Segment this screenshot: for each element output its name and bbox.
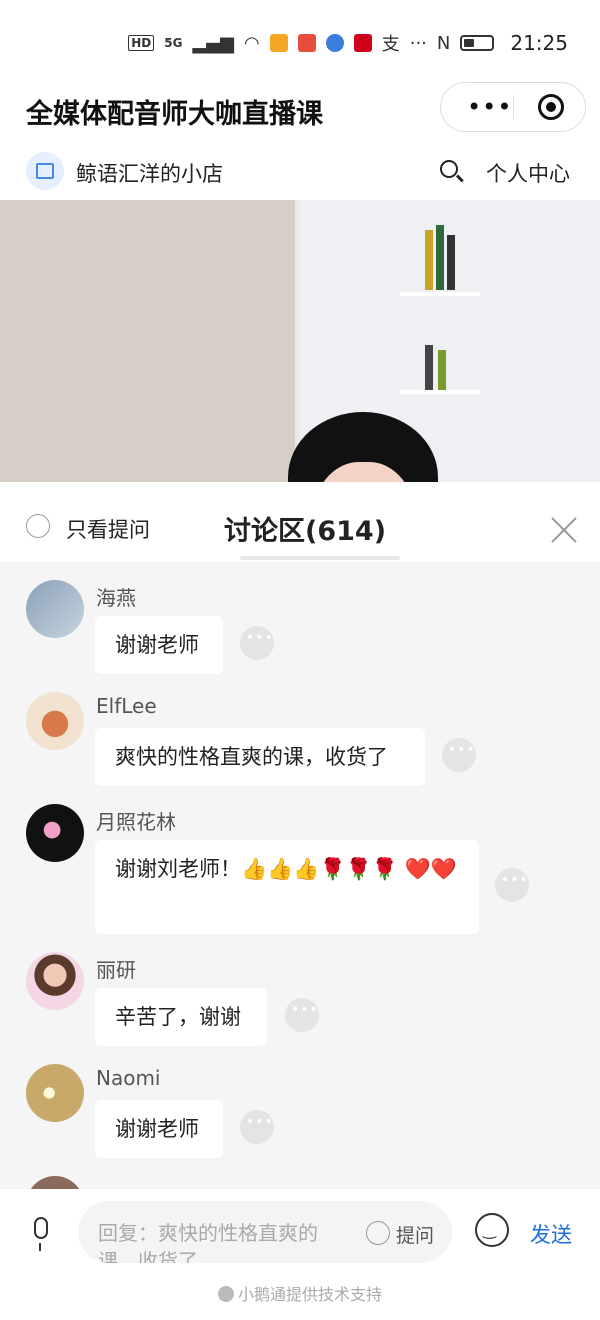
miniprogram-capsule: ••• <box>440 82 586 132</box>
live-video[interactable] <box>0 200 600 482</box>
avatar[interactable] <box>26 580 84 638</box>
avatar[interactable] <box>26 804 84 862</box>
page-title: 全媒体配音师大咖直播课 <box>26 99 323 130</box>
message-item: 丽研 辛苦了，谢谢 <box>0 952 600 1052</box>
message-item: ElfLee 爽快的性格直爽的课，收货了 <box>0 692 600 792</box>
message-bubble[interactable]: 谢谢老师 <box>95 1100 223 1158</box>
message-item: Naomi 谢谢老师 <box>0 1064 600 1164</box>
more-icon[interactable] <box>285 998 319 1032</box>
only-questions-label[interactable]: 只看提问 <box>66 514 150 544</box>
message-bubble[interactable]: 谢谢刘老师！👍👍👍🌹🌹🌹 ❤️❤️ <box>95 840 479 934</box>
message-item: 海燕 谢谢老师 <box>0 580 600 680</box>
reply-placeholder: 回复：爽快的性格直爽的课，收货了 <box>98 1221 318 1263</box>
close-icon[interactable] <box>550 516 578 544</box>
alipay-icon: 支 <box>381 34 400 55</box>
avatar[interactable] <box>26 1064 84 1122</box>
nfc-icon: N <box>436 32 451 54</box>
avatar[interactable] <box>26 952 84 1010</box>
clock: 21:25 <box>510 31 568 55</box>
discussion-header: 只看提问 讨论区(614) <box>0 482 600 562</box>
title-bar: 全媒体配音师大咖直播课 ••• <box>0 82 600 140</box>
avatar[interactable] <box>26 692 84 750</box>
personal-center-link[interactable]: 个人中心 <box>486 158 570 188</box>
more-icon[interactable] <box>495 868 529 902</box>
more-icon[interactable] <box>240 1110 274 1144</box>
message-username: 海燕 <box>96 586 136 610</box>
emoji-icon[interactable] <box>475 1213 509 1247</box>
more-icon[interactable] <box>442 738 476 772</box>
message-username: ElfLee <box>96 694 157 718</box>
message-username: 月照花林 <box>96 810 176 834</box>
xiaoe-logo-icon <box>217 1286 234 1302</box>
message-item: 月照花林 谢谢刘老师！👍👍👍🌹🌹🌹 ❤️❤️ <box>0 804 600 944</box>
ask-question-radio[interactable] <box>366 1221 390 1245</box>
book <box>436 225 444 290</box>
message-bubble[interactable]: 辛苦了，谢谢 <box>95 988 267 1046</box>
mail-icon <box>353 34 372 52</box>
microphone-icon[interactable] <box>34 1217 48 1251</box>
search-icon[interactable] <box>440 160 458 178</box>
app-notification-icon <box>297 34 316 52</box>
book <box>425 345 433 390</box>
more-notifications-icon: ··· <box>409 32 427 54</box>
reply-input[interactable]: 回复：爽快的性格直爽的课，收货了 提问 <box>78 1201 452 1263</box>
capsule-divider <box>513 95 514 119</box>
message-bubble[interactable]: 谢谢老师 <box>95 616 223 674</box>
shop-bar: 鲸语汇洋的小店 个人中心 <box>0 140 600 200</box>
discussion-panel: 只看提问 讨论区(614) 海燕 谢谢老师 ElfLee 爽快的性格直爽的课，收… <box>0 482 600 1189</box>
status-bar: HD 5G ▂▄▆ ◠ 支 ··· N 21:25 <box>0 0 600 88</box>
shop-icon[interactable] <box>26 152 64 190</box>
shelf-board <box>400 292 480 296</box>
signal-bars-icon: ▂▄▆ <box>192 32 234 54</box>
message-username: Naomi <box>96 1066 161 1090</box>
tab-underline <box>240 556 400 560</box>
ask-question-label[interactable]: 提问 <box>396 1221 434 1248</box>
message-username: 丽研 <box>96 958 136 982</box>
status-icons: HD 5G ▂▄▆ ◠ 支 ··· N 21:25 <box>128 30 568 56</box>
shop-name[interactable]: 鲸语汇洋的小店 <box>76 158 223 188</box>
send-button[interactable]: 发送 <box>530 1219 572 1249</box>
app-notification-icon <box>269 34 288 52</box>
book <box>447 235 455 290</box>
hd-indicator: HD <box>128 35 155 51</box>
more-options-icon[interactable]: ••• <box>467 93 512 121</box>
input-bar: 回复：爽快的性格直爽的课，收货了 提问 发送 小鹅通提供技术支持 <box>0 1189 600 1320</box>
book <box>438 350 446 390</box>
footer-text: 小鹅通提供技术支持 <box>237 1285 382 1304</box>
message-bubble[interactable]: 爽快的性格直爽的课，收货了 <box>95 728 425 786</box>
book <box>425 230 433 290</box>
avatar[interactable] <box>26 1176 84 1189</box>
wifi-icon: ◠ <box>244 32 260 54</box>
music-icon <box>325 34 344 52</box>
shelf-board <box>400 390 480 394</box>
footer-credit: 小鹅通提供技术支持 <box>0 1281 600 1305</box>
video-wallpaper <box>0 200 295 482</box>
signal-indicator: 5G <box>164 36 183 50</box>
close-miniprogram-icon[interactable] <box>538 94 564 120</box>
only-questions-radio[interactable] <box>26 514 50 538</box>
battery-icon <box>460 35 495 51</box>
discussion-title: 讨论区(614) <box>224 516 387 547</box>
more-icon[interactable] <box>240 626 274 660</box>
